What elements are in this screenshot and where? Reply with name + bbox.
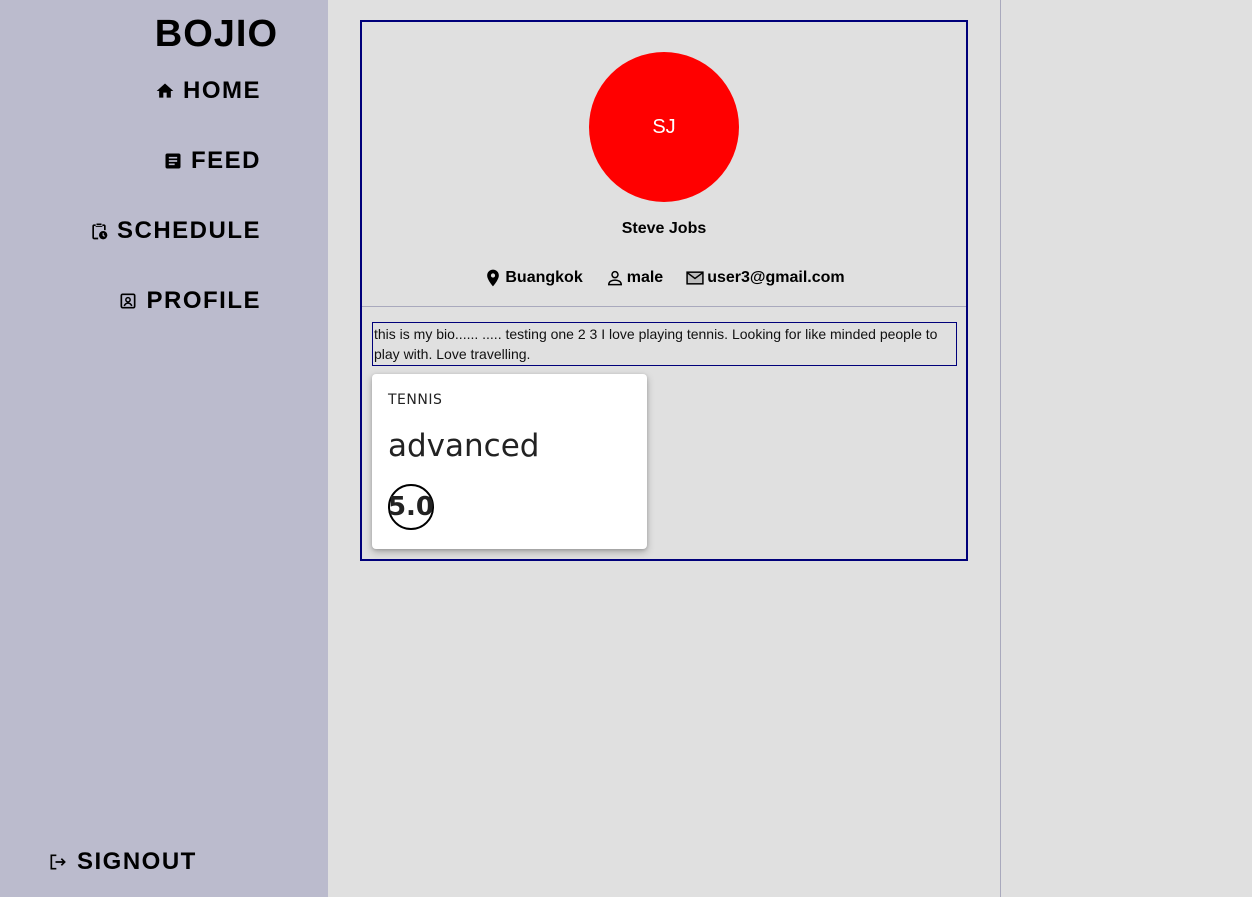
- sidebar-item-label: PROFILE: [146, 287, 261, 314]
- sidebar-item-profile[interactable]: PROFILE: [118, 287, 261, 315]
- sport-rating: 5.0: [388, 484, 434, 530]
- schedule-icon: [89, 221, 109, 241]
- gender-info: male: [605, 268, 663, 288]
- right-panel-divider: [1000, 0, 1001, 897]
- sidebar-item-label: SCHEDULE: [116, 217, 261, 244]
- bio-text: this is my bio...... ..... testing one 2…: [372, 322, 957, 366]
- sport-name: TENNIS: [388, 392, 443, 408]
- user-info-row: Buangkok male user3@gmail.com: [362, 268, 966, 288]
- brand-logo: BOJIO: [154, 13, 278, 55]
- mail-icon: [685, 268, 705, 288]
- signout-label: SIGNOUT: [77, 848, 197, 875]
- location-text: Buangkok: [505, 269, 583, 286]
- feed-icon: [163, 151, 183, 171]
- home-icon: [155, 81, 175, 101]
- email-info: user3@gmail.com: [685, 268, 845, 288]
- sidebar-item-home[interactable]: HOME: [155, 77, 261, 105]
- gender-text: male: [626, 269, 664, 286]
- profile-icon: [118, 291, 138, 311]
- location-pin-icon: [483, 268, 503, 288]
- avatar-initials: SJ: [652, 115, 676, 138]
- profile-card: SJ Steve Jobs Buangkok male user3@gmail.…: [360, 20, 968, 561]
- signout-button[interactable]: SIGNOUT: [48, 848, 197, 876]
- sport-level: advanced: [388, 428, 540, 464]
- section-divider: [362, 306, 966, 307]
- person-icon: [605, 268, 625, 288]
- location-info: Buangkok: [483, 268, 583, 288]
- email-text: user3@gmail.com: [707, 269, 845, 286]
- avatar: SJ: [589, 52, 739, 202]
- sidebar-item-schedule[interactable]: SCHEDULE: [89, 217, 261, 245]
- user-name: Steve Jobs: [621, 220, 707, 237]
- signout-icon: [48, 852, 68, 872]
- sidebar-item-feed[interactable]: FEED: [163, 147, 261, 175]
- sport-card: TENNIS advanced 5.0: [372, 374, 647, 549]
- sidebar: BOJIO HOME FEED SCHEDULE PROFILE SIGNOUT: [0, 0, 328, 897]
- sidebar-item-label: HOME: [183, 77, 261, 104]
- sidebar-item-label: FEED: [190, 147, 261, 174]
